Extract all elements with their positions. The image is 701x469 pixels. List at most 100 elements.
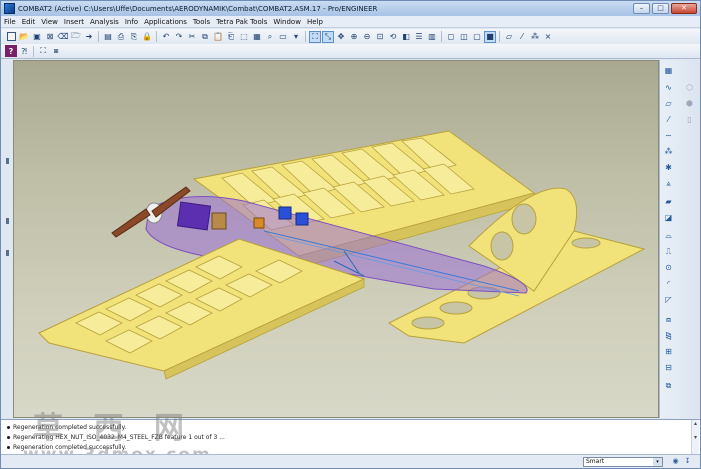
save-icon[interactable]: ▣ xyxy=(31,31,43,43)
extrude-icon[interactable]: ▰ xyxy=(663,196,674,207)
menu-analysis[interactable]: Analysis xyxy=(87,18,122,26)
open-icon[interactable]: 📂 xyxy=(18,31,30,43)
message-scrollbar[interactable]: ▴ ▾ xyxy=(691,420,699,454)
trim-icon[interactable]: ⊟ xyxy=(663,362,674,373)
menu-help[interactable]: Help xyxy=(304,18,326,26)
printer-icon[interactable]: ⎘ xyxy=(128,31,140,43)
app-icon xyxy=(4,3,15,14)
maximize-button[interactable]: □ xyxy=(652,3,669,14)
datum-curve-icon[interactable]: ∿ xyxy=(663,82,674,93)
copy-icon[interactable]: ⧉ xyxy=(199,31,211,43)
selection-filter-value: Smart xyxy=(586,458,605,465)
feature-toolbar: ▦ ∿ ▱ ⁄ ∼ ⁂ ✱ ⩓ ▰ ◪ ⌓ ⎍ ⊙ ◜ ◸ ⧈ ⧎ ⊞ ⊟ ⧉ … xyxy=(659,60,700,418)
hole-icon[interactable]: ⊙ xyxy=(663,262,674,273)
view-manager-icon[interactable]: ▥ xyxy=(426,31,438,43)
merge-icon[interactable]: ⊞ xyxy=(663,346,674,357)
window-select-icon[interactable]: ▭ xyxy=(277,31,289,43)
secondary-toolbar: ? ⁈ ⛶ ⧆ xyxy=(1,44,700,59)
undo-icon[interactable]: ↶ xyxy=(160,31,172,43)
menu-window[interactable]: Window xyxy=(270,18,304,26)
shading-icon[interactable]: ■ xyxy=(484,30,496,43)
layers-icon[interactable]: ☰ xyxy=(413,31,425,43)
menu-info[interactable]: Info xyxy=(122,18,141,26)
close-window-icon[interactable]: ⊠ xyxy=(44,31,56,43)
menu-bar: File Edit View Insert Analysis Info Appl… xyxy=(1,16,700,28)
table-icon[interactable]: ▦ xyxy=(251,31,263,43)
selection-filter-select[interactable]: Smart ▾ xyxy=(583,457,663,467)
draft-icon[interactable]: ▯ xyxy=(684,114,695,125)
datum-plane-icon[interactable]: ▱ xyxy=(503,31,515,43)
sketch-settings-icon[interactable]: ▦ xyxy=(663,65,674,76)
arrow-status-icon[interactable]: ↧ xyxy=(683,457,692,466)
no-hidden-icon[interactable]: ▢ xyxy=(471,31,483,43)
chevron-down-icon[interactable]: ▾ xyxy=(653,458,662,466)
model-tree-icon[interactable]: ⛶ xyxy=(37,45,49,57)
menu-view[interactable]: View xyxy=(38,18,61,26)
title-bar: COMBAT2 (Active) C:\Users\Uffe\Documents… xyxy=(1,1,700,16)
arrow-right-icon[interactable]: ➜ xyxy=(83,31,95,43)
wireframe-icon[interactable]: ◻ xyxy=(445,31,457,43)
offset-icon[interactable]: ⧉ xyxy=(663,380,674,391)
print-icon[interactable]: ⎙ xyxy=(115,31,127,43)
dropdown-icon[interactable]: ▾ xyxy=(290,31,302,43)
display-style-icon[interactable]: ⧆ xyxy=(50,45,62,57)
erase-icon[interactable]: ⌫ xyxy=(57,31,69,43)
menu-tetra-pak-tools[interactable]: Tetra Pak Tools xyxy=(213,18,270,26)
select-icon[interactable]: ⬚ xyxy=(238,31,250,43)
sweep-icon[interactable]: ⌓ xyxy=(663,230,674,241)
menu-file[interactable]: File xyxy=(1,18,19,26)
chamfer-icon[interactable]: ◸ xyxy=(663,294,674,305)
regenerate-icon[interactable]: ▤ xyxy=(102,31,114,43)
menu-edit[interactable]: Edit xyxy=(19,18,39,26)
menu-insert[interactable]: Insert xyxy=(61,18,87,26)
paste-special-icon[interactable]: ⎗ xyxy=(225,31,237,43)
navigator-strip[interactable] xyxy=(1,60,13,418)
new-icon[interactable] xyxy=(5,31,17,43)
folder-icon[interactable]: 🗁 xyxy=(70,31,82,43)
spin-center-icon[interactable]: ✥ xyxy=(335,31,347,43)
rib-icon[interactable]: ⬢ xyxy=(684,98,695,109)
regen-status-icon[interactable]: ◉ xyxy=(671,457,680,466)
reorient-icon[interactable]: ⟲ xyxy=(387,31,399,43)
minimize-button[interactable]: – xyxy=(633,3,650,14)
status-bar: Smart ▾ ◉ ↧ xyxy=(1,454,700,468)
cut-icon[interactable]: ✂ xyxy=(186,31,198,43)
datum-point-tool-icon[interactable]: ⁂ xyxy=(663,146,674,157)
watermark-chinese: 草 西 网 xyxy=(33,411,194,446)
graphics-viewport[interactable] xyxy=(13,60,659,418)
shell-icon[interactable]: ⬡ xyxy=(684,82,695,93)
datum-point-icon[interactable]: ⁂ xyxy=(529,31,541,43)
datum-plane-tool-icon[interactable]: ▱ xyxy=(663,98,674,109)
menu-applications[interactable]: Applications xyxy=(141,18,190,26)
window-title: COMBAT2 (Active) C:\Users\Uffe\Documents… xyxy=(18,4,378,13)
repaint-icon[interactable]: ⛶ xyxy=(309,30,321,43)
revolve-icon[interactable]: ◪ xyxy=(663,212,674,223)
csys-tool-icon[interactable]: ✱ xyxy=(663,162,674,173)
paste-icon[interactable]: 📋 xyxy=(212,31,224,43)
pattern-icon[interactable]: ⧈ xyxy=(663,314,674,325)
coordinate-system-icon[interactable]: ⨯ xyxy=(542,31,554,43)
lock-icon[interactable]: 🔒 xyxy=(141,31,153,43)
orient-icon[interactable]: ⤡ xyxy=(322,30,334,43)
analysis-tool-icon[interactable]: ⩓ xyxy=(663,178,674,189)
close-button[interactable]: ✕ xyxy=(671,3,697,14)
redo-icon[interactable]: ↷ xyxy=(173,31,185,43)
sketch-curve-icon[interactable]: ∼ xyxy=(663,130,674,141)
airplane-model xyxy=(38,130,646,380)
hidden-line-icon[interactable]: ◫ xyxy=(458,31,470,43)
zoom-out-icon[interactable]: ⊖ xyxy=(361,31,373,43)
datum-axis-tool-icon[interactable]: ⁄ xyxy=(663,114,674,125)
pro-engineer-window: COMBAT2 (Active) C:\Users\Uffe\Documents… xyxy=(0,0,701,469)
main-toolbar: 📂 ▣ ⊠ ⌫ 🗁 ➜ ▤ ⎙ ⎘ 🔒 ↶ ↷ ✂ ⧉ 📋 ⎗ ⬚ ▦ ⌕ ▭ … xyxy=(1,29,700,44)
find-icon[interactable]: ⌕ xyxy=(264,31,276,43)
zoom-in-icon[interactable]: ⊕ xyxy=(348,31,360,43)
mirror-icon[interactable]: ⧎ xyxy=(663,330,674,341)
saved-views-icon[interactable]: ◧ xyxy=(400,31,412,43)
round-icon[interactable]: ◜ xyxy=(663,278,674,289)
help-icon[interactable]: ? xyxy=(5,45,17,57)
datum-axis-icon[interactable]: ⁄ xyxy=(516,31,528,43)
menu-tools[interactable]: Tools xyxy=(190,18,213,26)
blend-icon[interactable]: ⎍ xyxy=(663,246,674,257)
whats-this-icon[interactable]: ⁈ xyxy=(18,45,30,57)
refit-icon[interactable]: ⊡ xyxy=(374,31,386,43)
